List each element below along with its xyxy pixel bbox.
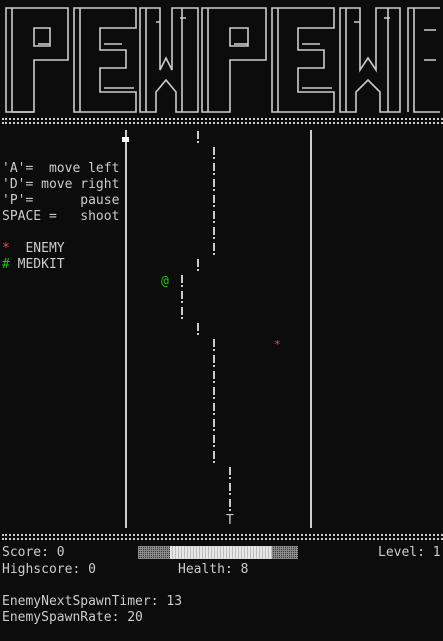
bullet	[181, 305, 183, 321]
bullet	[213, 369, 215, 385]
bullet	[229, 497, 231, 513]
bullet	[213, 449, 215, 465]
title-logo	[0, 0, 443, 118]
bullet	[213, 209, 215, 225]
bullet	[213, 145, 215, 161]
level-display: Level: 1	[378, 545, 441, 560]
health-bar-fill	[170, 546, 272, 559]
bullet	[197, 129, 199, 145]
player-ship: @	[161, 274, 169, 289]
enemy-symbol: *	[2, 241, 10, 256]
turret: T	[226, 513, 234, 528]
bullet	[213, 417, 215, 433]
spawn-rate-display: EnemySpawnRate: 20	[2, 610, 143, 625]
bullet	[229, 481, 231, 497]
bullet	[213, 433, 215, 449]
bullet	[213, 337, 215, 353]
bullet	[229, 465, 231, 481]
spawn-timer-display: EnemyNextSpawnTimer: 13	[2, 594, 183, 609]
bullet	[213, 401, 215, 417]
bullet	[197, 257, 199, 273]
legend-medkit: # MEDKIT	[2, 257, 65, 273]
bullet	[213, 193, 215, 209]
highscore-display: Highscore: 0	[2, 562, 96, 577]
bullet	[197, 321, 199, 337]
title-ascii-art	[5, 7, 440, 113]
legend-move-left: 'A'= move left	[2, 161, 120, 176]
cursor-block	[122, 137, 129, 142]
bullet	[181, 289, 183, 305]
bullet	[213, 353, 215, 369]
enemy: *	[274, 338, 281, 351]
bullet	[213, 225, 215, 241]
bullet	[213, 177, 215, 193]
bullet	[181, 273, 183, 289]
score-display: Score: 0	[2, 545, 65, 560]
bullet	[213, 385, 215, 401]
left-wall	[125, 130, 127, 528]
legend-enemy: * ENEMY	[2, 241, 65, 257]
medkit-symbol: #	[2, 257, 10, 272]
health-display: Health: 8	[178, 562, 249, 577]
medkit-label: MEDKIT	[17, 257, 65, 272]
bullet	[213, 241, 215, 257]
enemy-label: ENEMY	[25, 241, 65, 256]
legend-shoot: SPACE = shoot	[2, 209, 120, 224]
bullet	[213, 161, 215, 177]
legend-pause: 'P'= pause	[2, 193, 120, 208]
legend-move-right: 'D'= move right	[2, 177, 120, 192]
right-wall	[310, 130, 312, 528]
